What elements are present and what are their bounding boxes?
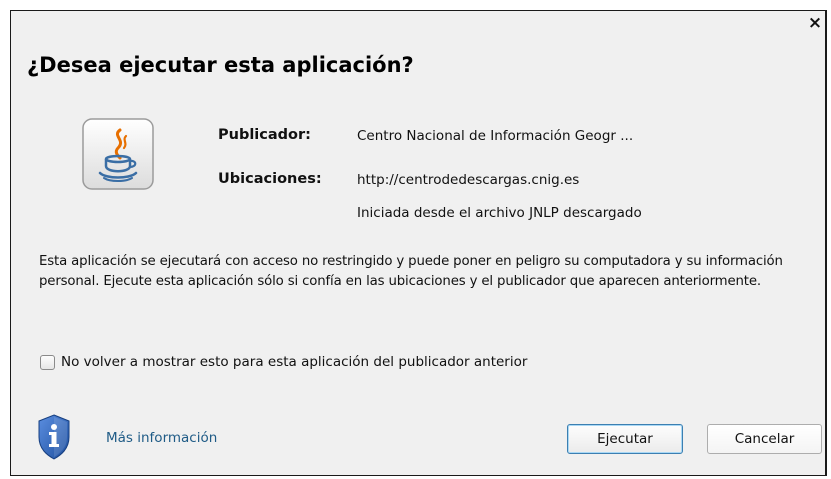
dont-show-again-option[interactable]: No volver a mostrar esto para esta aplic… xyxy=(40,354,527,370)
location-url: http://centrodedescargas.cnig.es xyxy=(357,172,580,188)
security-dialog: × ¿Desea ejecutar esta aplicación? Publi… xyxy=(10,10,827,476)
cancel-button[interactable]: Cancelar xyxy=(707,424,822,454)
security-warning-text: Esta aplicación se ejecutará con acceso … xyxy=(39,254,783,289)
dont-show-again-checkbox[interactable] xyxy=(40,354,55,370)
dont-show-again-label[interactable]: No volver a mostrar esto para esta aplic… xyxy=(61,354,527,370)
location-note: Iniciada desde el archivo JNLP descargad… xyxy=(357,205,642,221)
run-button[interactable]: Ejecutar xyxy=(567,424,683,454)
more-info-link[interactable]: Más información xyxy=(106,430,217,446)
dialog-title: ¿Desea ejecutar esta aplicación? xyxy=(27,53,414,77)
locations-label: Ubicaciones: xyxy=(218,171,322,187)
publisher-label: Publicador: xyxy=(218,127,311,143)
java-icon xyxy=(82,118,154,190)
publisher-value: Centro Nacional de Información Geogr ... xyxy=(357,128,634,144)
shield-info-icon xyxy=(38,414,70,460)
close-icon[interactable]: × xyxy=(807,15,823,32)
